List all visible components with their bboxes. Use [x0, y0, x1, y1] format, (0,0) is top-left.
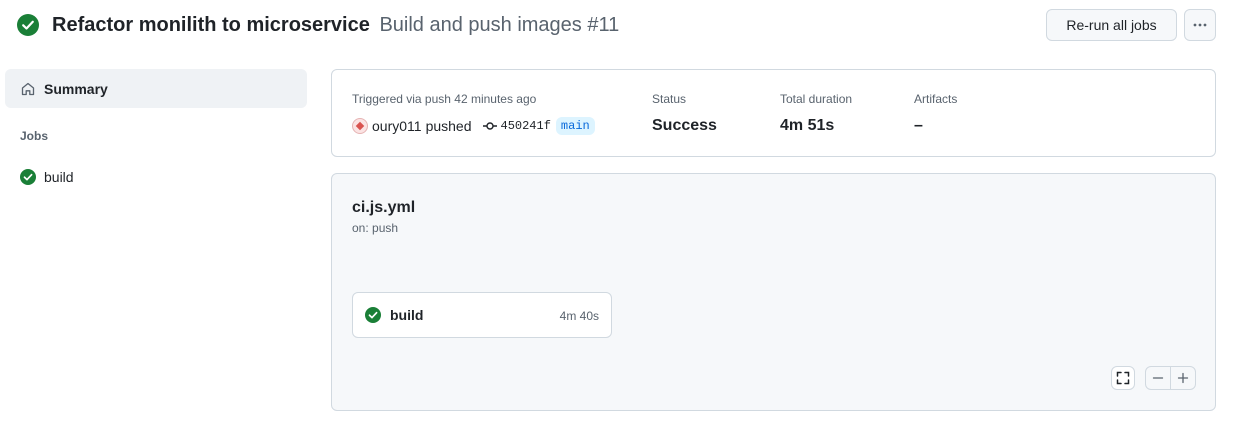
dash-icon: [1153, 377, 1164, 379]
trigger-action: pushed: [425, 118, 472, 134]
fullscreen-button[interactable]: [1111, 366, 1135, 390]
jobs-heading: Jobs: [20, 129, 49, 143]
zoom-out-button[interactable]: [1146, 367, 1170, 389]
rerun-all-jobs-button[interactable]: Re-run all jobs: [1046, 9, 1177, 41]
run-summary-card: Triggered via push 42 minutes ago oury01…: [331, 69, 1216, 157]
zoom-controls: [1145, 366, 1196, 390]
job-node-build[interactable]: build 4m 40s: [352, 292, 612, 338]
zoom-in-button[interactable]: [1170, 367, 1195, 389]
avatar[interactable]: [352, 118, 368, 134]
run-title: Refactor monilith to microservice: [52, 14, 370, 36]
more-options-button[interactable]: [1184, 9, 1216, 41]
check-circle-fill-icon: [17, 14, 39, 36]
page-title: Refactor monilith to microservice Build …: [52, 11, 619, 39]
workflow-trigger: on: push: [352, 221, 399, 235]
job-name: build: [390, 307, 424, 323]
commit-sha-link[interactable]: 450241f: [501, 119, 551, 133]
sidebar-item-label: Summary: [44, 81, 108, 97]
duration-value: 4m 51s: [780, 117, 835, 134]
duration-label: Total duration: [780, 92, 853, 106]
run-header: Refactor monilith to microservice Build …: [0, 0, 1234, 52]
actor-link[interactable]: oury011: [372, 118, 422, 134]
kebab-horizontal-icon: [1193, 23, 1207, 27]
sidebar-item-label: build: [44, 169, 74, 185]
trigger-label: Triggered via push 42 minutes ago: [352, 92, 537, 106]
check-circle-fill-icon: [365, 307, 381, 323]
status-value: Success: [652, 117, 717, 134]
workflow-file-name: ci.js.yml: [352, 199, 416, 216]
status-label: Status: [652, 92, 687, 106]
branch-label[interactable]: main: [555, 117, 595, 135]
artifacts-value: –: [914, 117, 923, 134]
job-duration: 4m 40s: [559, 309, 599, 323]
workflow-graph: ci.js.yml on: push build 4m 40s: [331, 173, 1216, 411]
screen-full-icon: [1116, 371, 1130, 385]
sidebar-item-summary[interactable]: Summary: [5, 69, 307, 108]
artifacts-label: Artifacts: [914, 92, 958, 106]
workflow-run-name: Build and push images #11: [379, 14, 620, 36]
sidebar-item-build[interactable]: build: [5, 162, 307, 192]
plus-icon: [1178, 372, 1189, 384]
git-commit-icon: [482, 122, 497, 130]
check-circle-fill-icon: [20, 169, 36, 185]
home-icon: [21, 82, 35, 96]
trigger-details: oury011 pushed 450241f main: [352, 116, 595, 136]
